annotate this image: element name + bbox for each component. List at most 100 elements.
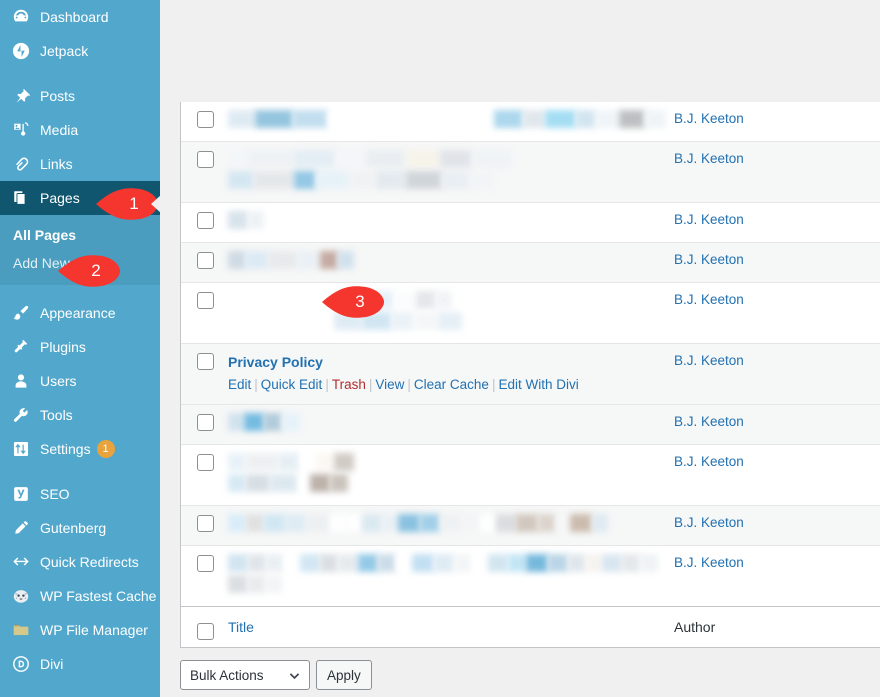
submenu-item-add-new[interactable]: Add New <box>0 249 160 277</box>
redacted-segment <box>602 554 622 572</box>
author-link[interactable]: B.J. Keeton <box>674 111 744 126</box>
table-row-privacy-policy[interactable]: Privacy Policy Edit | Quick Edit | Trash | View… <box>181 343 880 404</box>
active-menu-arrow-icon <box>151 195 161 213</box>
redacted-segment <box>270 474 298 492</box>
redacted-segment <box>310 474 330 492</box>
redacted-segment <box>595 110 620 128</box>
sidebar-item-divi[interactable]: Divi <box>0 647 160 681</box>
pages-list-main: B.J. Keeton B.J. Keeton B.J. Keeton B.J. Ke… <box>180 0 880 697</box>
row-checkbox[interactable] <box>197 353 214 370</box>
table-row[interactable]: B.J. Keeton <box>181 404 880 444</box>
author-link[interactable]: B.J. Keeton <box>674 515 744 530</box>
sidebar-item-settings[interactable]: Settings 1 <box>0 432 160 466</box>
author-link[interactable]: B.J. Keeton <box>674 555 744 570</box>
redacted-text-line <box>228 554 666 572</box>
table-row[interactable]: B.J. Keeton <box>181 282 880 343</box>
redacted-segment <box>568 554 586 572</box>
author-cell: B.J. Keeton <box>674 102 880 141</box>
redacted-title-cell <box>228 445 674 505</box>
redacted-segment <box>414 312 438 330</box>
row-action-clear-cache[interactable]: Clear Cache <box>414 377 489 392</box>
row-checkbox-cell <box>181 506 228 545</box>
table-row[interactable]: B.J. Keeton <box>181 141 880 202</box>
row-checkbox-cell <box>181 243 228 282</box>
row-checkbox[interactable] <box>197 292 214 309</box>
row-checkbox[interactable] <box>197 414 214 431</box>
row-action-view[interactable]: View <box>375 377 404 392</box>
table-row[interactable]: B.J. Keeton <box>181 202 880 242</box>
sidebar-item-pages[interactable]: Pages <box>0 181 160 215</box>
sidebar-item-jetpack[interactable]: Jetpack <box>0 34 160 68</box>
redacted-segment <box>228 474 246 492</box>
author-link[interactable]: B.J. Keeton <box>674 414 744 429</box>
bulk-actions-select[interactable]: Bulk Actions <box>180 660 310 690</box>
sidebar-item-tools[interactable]: Tools <box>0 398 160 432</box>
sidebar-item-dashboard[interactable]: Dashboard <box>0 0 160 34</box>
author-link[interactable]: B.J. Keeton <box>674 252 744 267</box>
author-link[interactable]: B.J. Keeton <box>674 454 744 469</box>
author-cell: B.J. Keeton <box>674 243 880 282</box>
author-cell: B.J. Keeton <box>674 142 880 202</box>
row-checkbox[interactable] <box>197 623 214 640</box>
privacy-policy-title[interactable]: Privacy Policy <box>228 354 323 370</box>
redacted-segment <box>334 291 368 309</box>
author-link[interactable]: B.J. Keeton <box>674 212 744 227</box>
redacted-segment <box>416 291 436 309</box>
sidebar-item-wp-fastest-cache[interactable]: WP Fastest Cache <box>0 579 160 613</box>
row-checkbox[interactable] <box>197 252 214 269</box>
redacted-segment <box>268 251 298 269</box>
redacted-segment <box>398 514 420 532</box>
sidebar-item-plugins[interactable]: Plugins <box>0 330 160 364</box>
redacted-segment <box>266 575 282 593</box>
column-header-author[interactable]: Author <box>674 619 880 635</box>
row-checkbox[interactable] <box>197 515 214 532</box>
redacted-segment <box>330 474 348 492</box>
redacted-segment <box>462 514 480 532</box>
action-separator: | <box>254 377 258 392</box>
author-link[interactable]: B.J. Keeton <box>674 292 744 307</box>
row-action-edit[interactable]: Edit <box>228 377 251 392</box>
row-checkbox[interactable] <box>197 454 214 471</box>
sidebar-item-wp-file-manager[interactable]: WP File Manager <box>0 613 160 647</box>
table-row[interactable]: B.J. Keeton <box>181 545 880 606</box>
row-checkbox[interactable] <box>197 212 214 229</box>
column-header-title[interactable]: Title <box>228 619 674 635</box>
row-checkbox[interactable] <box>197 151 214 168</box>
table-row[interactable]: B.J. Keeton <box>181 242 880 282</box>
table-row[interactable]: B.J. Keeton <box>181 505 880 545</box>
sidebar-item-appearance[interactable]: Appearance <box>0 296 160 330</box>
sidebar-item-media[interactable]: Media <box>0 113 160 147</box>
sidebar-item-links[interactable]: Links <box>0 147 160 181</box>
table-row[interactable]: B.J. Keeton <box>181 102 880 141</box>
row-checkbox[interactable] <box>197 555 214 572</box>
row-action-trash[interactable]: Trash <box>332 377 366 392</box>
action-separator: | <box>325 377 329 392</box>
sidebar-item-seo[interactable]: SEO <box>0 477 160 511</box>
redacted-segment <box>294 171 316 189</box>
table-footer-header: Title Author <box>181 606 880 647</box>
redacted-segment <box>278 453 300 471</box>
row-action-quick-edit[interactable]: Quick Edit <box>261 377 323 392</box>
sidebar-item-posts[interactable]: Posts <box>0 79 160 113</box>
redacted-segment <box>406 171 442 189</box>
redacted-segment <box>434 554 454 572</box>
redacted-segment <box>644 110 667 128</box>
sidebar-item-label: Users <box>40 373 77 389</box>
row-action-edit-with-divi[interactable]: Edit With Divi <box>498 377 578 392</box>
redacted-segment <box>392 312 414 330</box>
table-row[interactable]: B.J. Keeton <box>181 444 880 505</box>
author-link[interactable]: B.J. Keeton <box>674 151 744 166</box>
action-separator: | <box>407 377 411 392</box>
redacted-text-line <box>228 514 666 532</box>
row-checkbox[interactable] <box>197 111 214 128</box>
sidebar-item-gutenberg[interactable]: Gutenberg <box>0 511 160 545</box>
submenu-item-all-pages[interactable]: All Pages <box>0 221 160 249</box>
row-checkbox-cell <box>181 405 228 444</box>
sidebar-item-users[interactable]: Users <box>0 364 160 398</box>
redacted-segment <box>264 514 286 532</box>
apply-button[interactable]: Apply <box>316 660 372 690</box>
redacted-segment <box>246 251 268 269</box>
author-link[interactable]: B.J. Keeton <box>674 353 744 368</box>
redacted-segment <box>336 150 366 168</box>
sidebar-item-quick-redirects[interactable]: Quick Redirects <box>0 545 160 579</box>
